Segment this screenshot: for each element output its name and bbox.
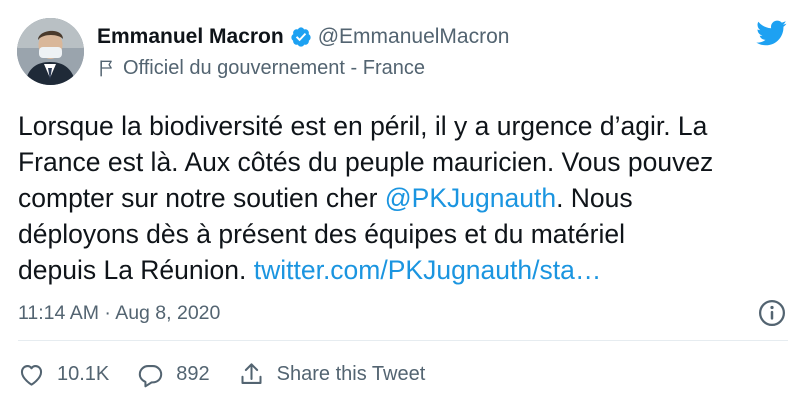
verified-badge-icon bbox=[291, 27, 311, 47]
twitter-bird-icon[interactable] bbox=[752, 17, 790, 49]
tweet-text-segment: France est là. Aux côtés du peuple mauri… bbox=[18, 147, 714, 177]
like-button[interactable]: 10.1K bbox=[18, 361, 109, 388]
tweet-actions: 10.1K 892 Share this Tweet bbox=[18, 358, 453, 390]
heart-icon bbox=[20, 364, 43, 386]
tweet-line: France est là. Aux côtés du peuple mauri… bbox=[18, 144, 793, 180]
tweet-text: Lorsque la biodiversité est en péril, il… bbox=[18, 108, 793, 288]
tweet-line: Lorsque la biodiversité est en péril, il… bbox=[18, 108, 793, 144]
government-flag-icon bbox=[100, 60, 112, 77]
reply-count: 892 bbox=[176, 362, 210, 385]
tweet-text-segment: compter sur notre soutien cher bbox=[18, 183, 385, 213]
author-header: Emmanuel Macron @EmmanuelMacron bbox=[97, 22, 509, 52]
government-label-text: Officiel du gouvernement - France bbox=[123, 56, 426, 79]
government-label: Officiel du gouvernement - France bbox=[97, 54, 425, 82]
author-handle[interactable]: @EmmanuelMacron bbox=[318, 25, 510, 49]
tweet-text-segment: depuis La Réunion. bbox=[18, 255, 254, 285]
divider bbox=[18, 340, 788, 341]
share-label: Share this Tweet bbox=[276, 362, 426, 385]
reply-bubble-icon bbox=[139, 364, 163, 387]
tweet-line: depuis La Réunion. twitter.com/PKJugnaut… bbox=[18, 252, 793, 288]
url-link[interactable]: twitter.com/PKJugnauth/sta… bbox=[254, 255, 602, 285]
author-name[interactable]: Emmanuel Macron bbox=[97, 25, 284, 49]
tweet-text-segment: . Nous bbox=[556, 183, 633, 213]
tweet-text-segment: Lorsque la biodiversité est en péril, il… bbox=[18, 111, 708, 141]
share-icon bbox=[241, 362, 262, 384]
mention-link[interactable]: @PKJugnauth bbox=[385, 183, 556, 213]
tweet-line: compter sur notre soutien cher @PKJugnau… bbox=[18, 180, 793, 216]
info-icon[interactable] bbox=[757, 298, 787, 328]
reply-button[interactable]: 892 bbox=[137, 361, 210, 388]
share-button[interactable]: Share this Tweet bbox=[238, 361, 426, 388]
tweet-line: déployons dès à présent des équipes et d… bbox=[18, 216, 793, 252]
like-count: 10.1K bbox=[57, 362, 110, 385]
avatar-image bbox=[17, 18, 84, 85]
avatar[interactable] bbox=[17, 18, 84, 85]
tweet-text-segment: déployons dès à présent des équipes et d… bbox=[18, 219, 625, 249]
tweet-timestamp[interactable]: 11:14 AM · Aug 8, 2020 bbox=[18, 302, 220, 325]
